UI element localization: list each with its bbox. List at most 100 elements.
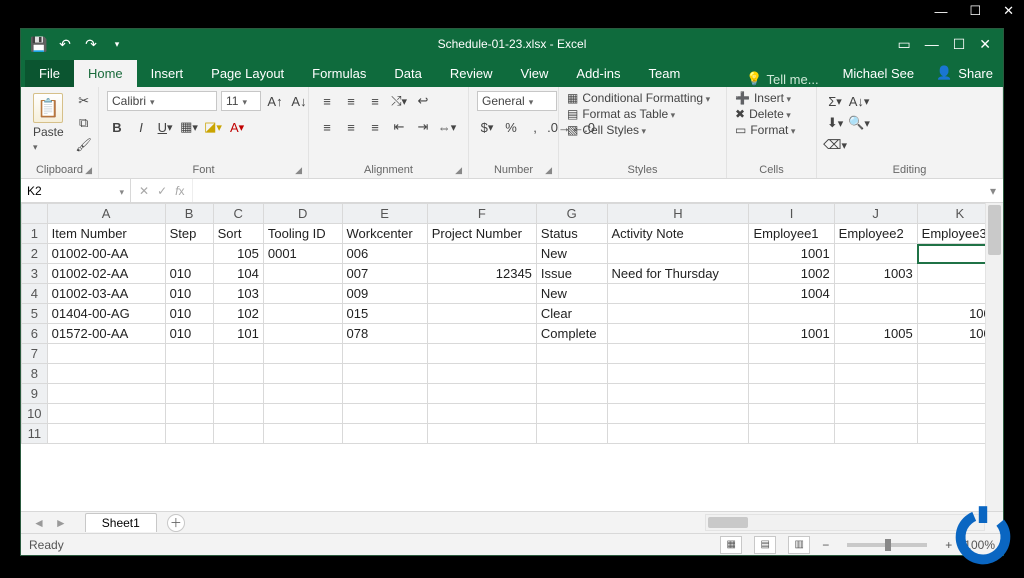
tab-team[interactable]: Team [634, 60, 694, 87]
cell-G2[interactable]: New [536, 244, 607, 264]
cell-I3[interactable]: 1002 [749, 264, 834, 284]
row-header-7[interactable]: 7 [22, 344, 48, 364]
cell-C2[interactable]: 105 [213, 244, 263, 264]
cell-C1[interactable]: Sort [213, 224, 263, 244]
account-name[interactable]: Michael See [831, 60, 927, 87]
fill-color-button[interactable]: ◪▾ [203, 117, 223, 137]
expand-formula-bar-icon[interactable]: ▾ [983, 179, 1003, 202]
italic-button[interactable]: I [131, 117, 151, 137]
cell-E11[interactable] [342, 424, 427, 444]
normal-view-button[interactable]: ▦ [720, 536, 742, 554]
cell-H9[interactable] [607, 384, 749, 404]
os-minimize-icon[interactable]: — [934, 4, 947, 19]
sort-filter-icon[interactable]: A↓▾ [849, 91, 869, 111]
align-center-icon[interactable]: ≡ [341, 117, 361, 137]
cell-F5[interactable] [427, 304, 536, 324]
cell-B9[interactable] [165, 384, 213, 404]
decrease-font-icon[interactable]: A↓ [289, 91, 309, 111]
wrap-text-icon[interactable]: ↩ [413, 91, 433, 111]
tell-me[interactable]: 💡Tell me... [734, 71, 830, 87]
copy-icon[interactable]: ⧉ [74, 113, 94, 133]
cell-J3[interactable]: 1003 [834, 264, 917, 284]
cell-I11[interactable] [749, 424, 834, 444]
worksheet-grid[interactable]: ABCDEFGHIJK1Item NumberStepSortTooling I… [21, 203, 1003, 511]
cell-D10[interactable] [263, 404, 342, 424]
cell-D3[interactable] [263, 264, 342, 284]
cell-A4[interactable]: 01002-03-AA [47, 284, 165, 304]
align-left-icon[interactable]: ≡ [317, 117, 337, 137]
autosum-icon[interactable]: Σ▾ [825, 91, 845, 111]
cell-F1[interactable]: Project Number [427, 224, 536, 244]
redo-icon[interactable]: ↷ [83, 36, 99, 52]
cell-G4[interactable]: New [536, 284, 607, 304]
cell-A5[interactable]: 01404-00-AG [47, 304, 165, 324]
col-header-C[interactable]: C [213, 204, 263, 224]
cell-G7[interactable] [536, 344, 607, 364]
cell-I6[interactable]: 1001 [749, 324, 834, 344]
cell-I9[interactable] [749, 384, 834, 404]
paste-button[interactable]: Paste [29, 91, 68, 155]
cell-E4[interactable]: 009 [342, 284, 427, 304]
cell-C10[interactable] [213, 404, 263, 424]
cell-F8[interactable] [427, 364, 536, 384]
cell-E9[interactable] [342, 384, 427, 404]
cell-A10[interactable] [47, 404, 165, 424]
cell-J5[interactable] [834, 304, 917, 324]
align-middle-icon[interactable]: ≡ [341, 91, 361, 111]
cell-H11[interactable] [607, 424, 749, 444]
tab-formulas[interactable]: Formulas [298, 60, 380, 87]
number-launcher-icon[interactable]: ◢ [545, 165, 552, 176]
cell-F7[interactable] [427, 344, 536, 364]
cell-styles-button[interactable]: ▧Cell Styles [567, 123, 646, 137]
cell-C9[interactable] [213, 384, 263, 404]
col-header-I[interactable]: I [749, 204, 834, 224]
add-sheet-button[interactable]: ＋ [167, 514, 185, 532]
cell-H8[interactable] [607, 364, 749, 384]
format-painter-icon[interactable]: 🖌 [74, 135, 94, 155]
cell-H1[interactable]: Activity Note [607, 224, 749, 244]
format-cells-button[interactable]: ▭Format [735, 123, 795, 137]
cell-B3[interactable]: 010 [165, 264, 213, 284]
font-color-button[interactable]: A▾ [227, 117, 247, 137]
cell-C4[interactable]: 103 [213, 284, 263, 304]
cell-J6[interactable]: 1005 [834, 324, 917, 344]
format-as-table-button[interactable]: ▤Format as Table [567, 107, 675, 121]
col-header-E[interactable]: E [342, 204, 427, 224]
cell-A9[interactable] [47, 384, 165, 404]
cell-C5[interactable]: 102 [213, 304, 263, 324]
cell-F4[interactable] [427, 284, 536, 304]
cell-G8[interactable] [536, 364, 607, 384]
col-header-D[interactable]: D [263, 204, 342, 224]
cell-E6[interactable]: 078 [342, 324, 427, 344]
font-launcher-icon[interactable]: ◢ [295, 165, 302, 176]
cell-A7[interactable] [47, 344, 165, 364]
cell-J9[interactable] [834, 384, 917, 404]
cell-I1[interactable]: Employee1 [749, 224, 834, 244]
cell-A8[interactable] [47, 364, 165, 384]
cell-F10[interactable] [427, 404, 536, 424]
cell-D2[interactable]: 0001 [263, 244, 342, 264]
col-header-H[interactable]: H [607, 204, 749, 224]
tab-home[interactable]: Home [74, 60, 137, 87]
decrease-indent-icon[interactable]: ⇤ [389, 117, 409, 137]
row-header-5[interactable]: 5 [22, 304, 48, 324]
page-layout-view-button[interactable]: ▤ [754, 536, 776, 554]
cut-icon[interactable]: ✂ [74, 91, 94, 111]
sheet-tab[interactable]: Sheet1 [85, 513, 157, 532]
cell-G9[interactable] [536, 384, 607, 404]
cell-D5[interactable] [263, 304, 342, 324]
cell-B5[interactable]: 010 [165, 304, 213, 324]
cell-J2[interactable] [834, 244, 917, 264]
cell-E7[interactable] [342, 344, 427, 364]
ribbon-options-icon[interactable]: ▭ [897, 36, 910, 53]
col-header-J[interactable]: J [834, 204, 917, 224]
zoom-in-button[interactable]: + [945, 538, 952, 552]
cell-J10[interactable] [834, 404, 917, 424]
cell-I10[interactable] [749, 404, 834, 424]
cell-H10[interactable] [607, 404, 749, 424]
cell-I2[interactable]: 1001 [749, 244, 834, 264]
cell-G1[interactable]: Status [536, 224, 607, 244]
col-header-G[interactable]: G [536, 204, 607, 224]
app-maximize-icon[interactable]: ☐ [953, 36, 966, 53]
cell-D7[interactable] [263, 344, 342, 364]
